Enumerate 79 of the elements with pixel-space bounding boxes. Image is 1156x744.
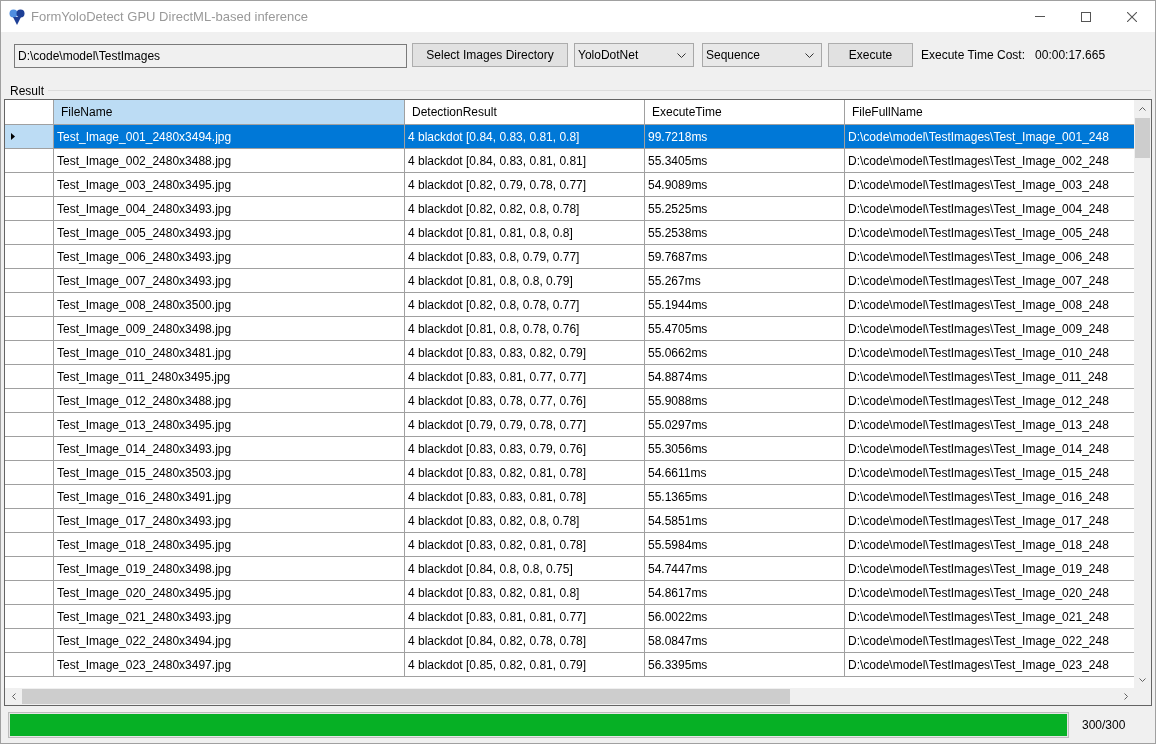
maximize-icon — [1081, 11, 1091, 22]
column-header[interactable]: DetectionResult — [405, 100, 645, 125]
table-row[interactable]: Test_Image_011_2480x3495.jpg 4 blackdot [0.83, 0.81, 0.77, 0.77] 54.8874ms D:\code\model\TestImages\Test_Image_011_248 — [5, 365, 1134, 389]
time-cost-value: 00:00:17.665 — [1035, 48, 1106, 62]
table-row[interactable]: Test_Image_004_2480x3493.jpg 4 blackdot [0.82, 0.82, 0.8, 0.78] 55.2525ms D:\code\model\TestImages\Test_Image_004_248 — [5, 197, 1134, 221]
path-field[interactable]: D:\code\model\TestImages — [14, 44, 407, 68]
table-row[interactable]: Test_Image_003_2480x3495.jpg 4 blackdot [0.82, 0.79, 0.78, 0.77] 54.9089ms D:\code\model\TestImages\Test_Image_003_248 — [5, 173, 1134, 197]
table-row[interactable]: Test_Image_013_2480x3495.jpg 4 blackdot [0.79, 0.79, 0.78, 0.77] 55.0297ms D:\code\model\TestImages\Test_Image_013_248 — [5, 413, 1134, 437]
row-header[interactable] — [5, 581, 54, 605]
current-row-icon — [11, 133, 15, 140]
row-header[interactable] — [5, 629, 54, 653]
time-cost-label: Execute Time Cost: — [921, 48, 1026, 62]
vertical-scrollbar[interactable] — [1134, 100, 1151, 688]
table-row[interactable]: Test_Image_006_2480x3493.jpg 4 blackdot [0.83, 0.8, 0.79, 0.77] 59.7687ms D:\code\model\TestImages\Test_Image_006_248 — [5, 245, 1134, 269]
row-header[interactable] — [5, 605, 54, 629]
header-corner-cell[interactable] — [5, 100, 54, 125]
app-logo-icon — [9, 8, 25, 25]
caret-icon — [805, 52, 814, 58]
scrollbar-thumb[interactable] — [22, 689, 790, 704]
row-header[interactable] — [5, 221, 54, 245]
row-header[interactable] — [5, 149, 54, 173]
table-row[interactable]: Test_Image_019_2480x3498.jpg 4 blackdot [0.84, 0.8, 0.8, 0.75] 54.7447ms D:\code\model\TestImages\Test_Image_019_248 — [5, 557, 1134, 581]
table-row[interactable]: Test_Image_021_2480x3493.jpg 4 blackdot [0.83, 0.81, 0.81, 0.77] 56.0022ms D:\code\model\TestImages\Test_Image_021_248 — [5, 605, 1134, 629]
row-header[interactable] — [5, 509, 54, 533]
table-row[interactable]: Test_Image_023_2480x3497.jpg 4 blackdot [0.85, 0.82, 0.81, 0.79] 56.3395ms D:\code\model\TestImages\Test_Image_023_248 — [5, 653, 1134, 677]
scroll-left-icon[interactable] — [11, 693, 16, 700]
table-row[interactable]: Test_Image_009_2480x3498.jpg 4 blackdot [0.81, 0.8, 0.78, 0.76] 55.4705ms D:\code\model\TestImages\Test_Image_009_248 — [5, 317, 1134, 341]
row-header[interactable] — [5, 365, 54, 389]
table-cell: 56.3395ms — [645, 653, 845, 677]
select-directory-button[interactable]: Select Images Directory — [412, 43, 568, 67]
close-icon — [1127, 11, 1137, 22]
row-header[interactable] — [5, 461, 54, 485]
table-row[interactable]: Test_Image_015_2480x3503.jpg 4 blackdot [0.83, 0.82, 0.81, 0.78] 54.6611ms D:\code\model\TestImages\Test_Image_015_248 — [5, 461, 1134, 485]
table-row[interactable]: Test_Image_020_2480x3495.jpg 4 blackdot [0.83, 0.82, 0.81, 0.8] 54.8617ms D:\code\model\TestImages\Test_Image_020_248 — [5, 581, 1134, 605]
row-header[interactable] — [5, 317, 54, 341]
scroll-right-icon[interactable] — [1123, 693, 1128, 700]
table-row[interactable]: Test_Image_014_2480x3493.jpg 4 blackdot [0.83, 0.83, 0.79, 0.76] 55.3056ms D:\code\model\TestImages\Test_Image_014_248 — [5, 437, 1134, 461]
row-header[interactable] — [5, 269, 54, 293]
row-header[interactable] — [5, 437, 54, 461]
progress-count: 300/300 — [1082, 717, 1126, 732]
table-row[interactable]: Test_Image_007_2480x3493.jpg 4 blackdot [0.81, 0.8, 0.8, 0.79] 55.267ms D:\code\model\TestImages\Test_Image_007_248 — [5, 269, 1134, 293]
table-row[interactable]: Test_Image_008_2480x3500.jpg 4 blackdot [0.82, 0.8, 0.78, 0.77] 55.1944ms D:\code\model\TestImages\Test_Image_008_248 — [5, 293, 1134, 317]
table-cell: Test_Image_023_2480x3497.jpg — [54, 653, 405, 677]
table-row[interactable]: Test_Image_010_2480x3481.jpg 4 blackdot [0.83, 0.83, 0.82, 0.79] 55.0662ms D:\code\model\TestImages\Test_Image_010_248 — [5, 341, 1134, 365]
table-row[interactable]: Test_Image_005_2480x3493.jpg 4 blackdot [0.81, 0.81, 0.8, 0.8] 55.2538ms D:\code\model\TestImages\Test_Image_005_248 — [5, 221, 1134, 245]
table-row[interactable]: Test_Image_002_2480x3488.jpg 4 blackdot [0.84, 0.83, 0.81, 0.81] 55.3405ms D:\code\model\TestImages\Test_Image_002_248 — [5, 149, 1134, 173]
group-label: Result — [10, 83, 44, 98]
table-row[interactable]: Test_Image_001_2480x3494.jpg 4 blackdot [0.84, 0.83, 0.81, 0.8] 99.7218ms D:\code\model\TestImages\Test_Image_001_248 — [5, 125, 1134, 149]
execute-button[interactable]: Execute — [828, 43, 913, 67]
row-header[interactable] — [5, 557, 54, 581]
minimize-icon — [1035, 16, 1045, 17]
scroll-up-icon[interactable] — [1139, 106, 1146, 111]
row-header[interactable] — [5, 389, 54, 413]
row-header[interactable] — [5, 245, 54, 269]
row-header[interactable] — [5, 341, 54, 365]
table-row[interactable]: Test_Image_016_2480x3491.jpg 4 blackdot [0.83, 0.83, 0.81, 0.78] 55.1365ms D:\code\model\TestImages\Test_Image_016_248 — [5, 485, 1134, 509]
mode-dropdown[interactable]: Sequence — [702, 43, 822, 67]
table-cell: 4 blackdot [0.85, 0.82, 0.81, 0.79] — [405, 653, 645, 677]
row-header[interactable] — [5, 173, 54, 197]
row-header[interactable] — [5, 485, 54, 509]
table-row[interactable]: Test_Image_018_2480x3495.jpg 4 blackdot [0.83, 0.82, 0.81, 0.78] 55.5984ms D:\code\model\TestImages\Test_Image_018_248 — [5, 533, 1134, 557]
scroll-down-icon[interactable] — [1139, 677, 1146, 682]
row-header[interactable] — [5, 293, 54, 317]
row-header[interactable] — [5, 653, 54, 677]
caret-icon — [677, 52, 686, 58]
row-header[interactable] — [5, 413, 54, 437]
model-dropdown[interactable]: YoloDotNet — [574, 43, 694, 67]
column-header[interactable]: ExecuteTime — [645, 100, 845, 125]
row-header[interactable] — [5, 125, 54, 149]
row-header[interactable] — [5, 197, 54, 221]
table-row[interactable]: Test_Image_012_2480x3488.jpg 4 blackdot [0.83, 0.78, 0.77, 0.76] 55.9088ms D:\code\model\TestImages\Test_Image_012_248 — [5, 389, 1134, 413]
window-title: FormYoloDetect GPU DirectML-based inference — [31, 9, 308, 24]
row-header[interactable] — [5, 533, 54, 557]
scrollbar-thumb[interactable] — [1135, 118, 1150, 158]
table-cell: D:\code\model\TestImages\Test_Image_023_248 — [845, 653, 1134, 677]
table-row[interactable]: Test_Image_022_2480x3494.jpg 4 blackdot [0.84, 0.82, 0.78, 0.78] 58.0847ms D:\code\model\TestImages\Test_Image_022_248 — [5, 629, 1134, 653]
horizontal-scrollbar[interactable] — [5, 688, 1134, 705]
table-row[interactable]: Test_Image_017_2480x3493.jpg 4 blackdot [0.83, 0.82, 0.8, 0.78] 54.5851ms D:\code\model\TestImages\Test_Image_017_248 — [5, 509, 1134, 533]
column-header[interactable]: FileName — [54, 100, 405, 125]
